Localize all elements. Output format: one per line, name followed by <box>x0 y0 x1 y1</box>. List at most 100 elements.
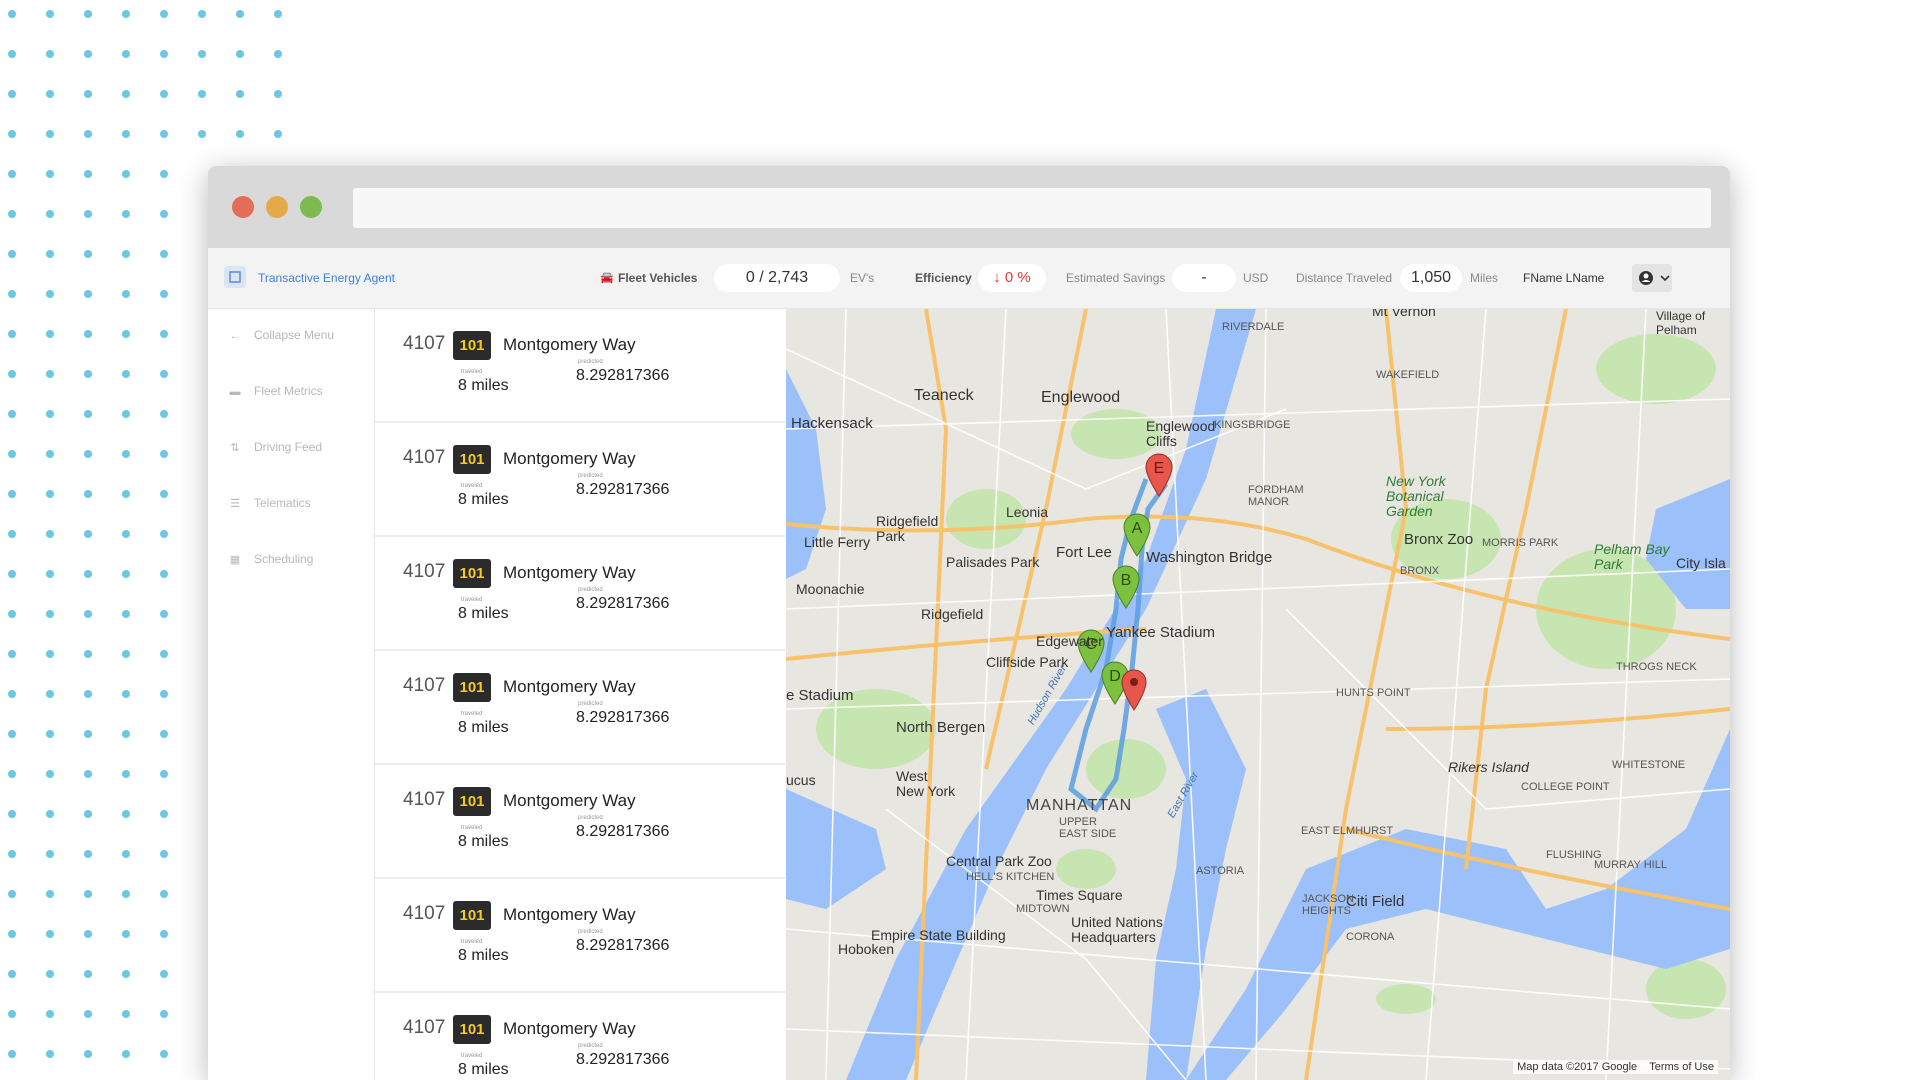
vehicle-id: 4107 <box>403 1017 446 1038</box>
street-name: Montgomery Way <box>503 563 636 582</box>
map-label: Mt Vernon <box>1372 309 1436 319</box>
savings-unit: USD <box>1243 271 1269 285</box>
street-name: Montgomery Way <box>503 905 636 924</box>
map-marker-b[interactable]: B <box>1111 565 1141 609</box>
list-item[interactable]: 4107 101 Montgomery Way traveled 8 miles… <box>375 651 785 765</box>
map-label: Washington Bridge <box>1146 549 1273 566</box>
list-item[interactable]: 4107 101 Montgomery Way traveled 8 miles… <box>375 309 785 423</box>
traveled-caption: traveled <box>461 825 483 831</box>
street-name: Montgomery Way <box>503 449 636 468</box>
route-badge: 101 <box>453 673 491 702</box>
map-label: MURRAY HILL <box>1594 859 1667 871</box>
sidebar-item-fleet-metrics[interactable]: ▬ Fleet Metrics <box>228 381 323 401</box>
marker-label: A <box>1132 520 1143 537</box>
list-item[interactable]: 4107 101 Montgomery Way traveled 8 miles… <box>375 879 785 993</box>
map-label: Leonia <box>1006 504 1049 520</box>
map-attribution: Map data ©2017 Google Terms of Use <box>1513 1060 1718 1074</box>
map-label: MANHATTAN <box>1026 797 1133 814</box>
current-location-pin-icon[interactable] <box>1120 669 1148 711</box>
traveled-miles: 8 miles <box>458 491 509 508</box>
sidebar-item-scheduling[interactable]: ▦ Scheduling <box>228 549 314 569</box>
distance-unit: Miles <box>1470 271 1499 285</box>
map-label: Citi Field <box>1346 893 1405 910</box>
efficiency-value: ↓ 0 % <box>978 264 1046 292</box>
map-label: WHITESTONE <box>1612 759 1686 771</box>
predicted-value: 8.292817366 <box>576 1051 670 1068</box>
minimize-window-button[interactable] <box>266 196 288 218</box>
close-window-button[interactable] <box>232 196 254 218</box>
map-attribution-text: Map data ©2017 Google <box>1517 1061 1638 1073</box>
map-label: KINGSBRIDGE <box>1214 419 1291 431</box>
list-item[interactable]: 4107 101 Montgomery Way traveled 8 miles… <box>375 537 785 651</box>
vehicle-id: 4107 <box>403 675 446 696</box>
sidebar-item-label: Collapse Menu <box>254 328 335 342</box>
street-name: Montgomery Way <box>503 1019 636 1038</box>
fleet-vehicles-label: Fleet Vehicles <box>618 271 698 285</box>
traveled-miles: 8 miles <box>458 719 509 736</box>
route-badge: 101 <box>453 787 491 816</box>
map-label: Bronx Zoo <box>1404 531 1474 548</box>
traveled-miles: 8 miles <box>458 605 509 622</box>
list-item[interactable]: 4107 101 Montgomery Way traveled 8 miles… <box>375 765 785 879</box>
map-label: MORRIS PARK <box>1482 537 1559 549</box>
route-badge: 101 <box>453 331 491 360</box>
car-icon: ▬ <box>229 386 241 398</box>
map-label: THROGS NECK <box>1616 661 1697 673</box>
list-item[interactable]: 4107 101 Montgomery Way traveled 8 miles… <box>375 993 785 1080</box>
map-label: FORDHAM MANOR <box>1248 484 1304 508</box>
map-label: Hoboken <box>838 941 895 957</box>
marker-label: B <box>1121 572 1132 589</box>
traveled-miles: 8 miles <box>458 833 509 850</box>
map-label: Ridgefield Park <box>876 513 939 544</box>
map-label: Moonachie <box>796 581 865 597</box>
predicted-value: 8.292817366 <box>576 937 670 954</box>
predicted-value: 8.292817366 <box>576 367 670 384</box>
map-label: Yankee Stadium <box>1106 624 1215 641</box>
map-label: Pelham Bay Park <box>1594 541 1670 572</box>
traveled-caption: traveled <box>461 711 483 717</box>
map-label: ASTORIA <box>1196 865 1245 877</box>
sidebar-item-collapse-menu[interactable]: ← Collapse Menu <box>228 325 335 345</box>
terms-of-use-link[interactable]: Terms of Use <box>1649 1061 1714 1073</box>
map-label: Palisades Park <box>946 554 1040 570</box>
predicted-value: 8.292817366 <box>576 709 670 726</box>
sidebar-item-label: Scheduling <box>254 552 314 566</box>
predicted-caption: predicted <box>578 815 603 821</box>
map-label: City Isla <box>1676 555 1726 571</box>
estimated-savings-value: - <box>1172 264 1236 292</box>
calendar-icon: ▦ <box>229 554 241 566</box>
map-label: MIDTOWN <box>1016 903 1070 915</box>
user-menu-button[interactable] <box>1632 264 1672 292</box>
map-label: Hackensack <box>791 415 873 432</box>
app-logo-icon <box>224 266 246 288</box>
efficiency-label: Efficiency <box>915 271 972 285</box>
car-icon: 🚘 <box>600 272 614 284</box>
map-label: West New York <box>896 768 956 799</box>
predicted-caption: predicted <box>578 473 603 479</box>
map-label: Times Square <box>1036 887 1123 903</box>
map-label: ucus <box>786 772 816 788</box>
traveled-caption: traveled <box>461 369 483 375</box>
maximize-window-button[interactable] <box>300 196 322 218</box>
sidebar-item-telematics[interactable]: ☰ Telematics <box>228 493 311 513</box>
map-label: New York Botanical Garden <box>1386 473 1446 519</box>
vehicle-id: 4107 <box>403 333 446 354</box>
map-label: Rikers Island <box>1448 759 1529 775</box>
browser-window: Transactive Energy Agent 🚘 Fleet Vehicle… <box>208 166 1730 1080</box>
street-name: Montgomery Way <box>503 677 636 696</box>
list-item[interactable]: 4107 101 Montgomery Way traveled 8 miles… <box>375 423 785 537</box>
map-label: RIVERDALE <box>1222 321 1285 333</box>
map-label: Teaneck <box>914 387 974 404</box>
predicted-value: 8.292817366 <box>576 823 670 840</box>
app-brand-name[interactable]: Transactive Energy Agent <box>258 248 395 308</box>
app-header: Transactive Energy Agent 🚘 Fleet Vehicle… <box>208 248 1730 309</box>
traveled-miles: 8 miles <box>458 947 509 964</box>
user-name[interactable]: FName LName <box>1523 248 1604 308</box>
traveled-caption: traveled <box>461 597 483 603</box>
sidebar-item-driving-feed[interactable]: ⇅ Driving Feed <box>228 437 322 457</box>
route-map[interactable]: A B C D E Teaneck Englewood Englewood Cl… <box>786 309 1730 1080</box>
map-marker-e[interactable]: E <box>1144 453 1174 497</box>
address-bar[interactable] <box>353 188 1711 228</box>
vehicle-id: 4107 <box>403 447 446 468</box>
predicted-caption: predicted <box>578 701 603 707</box>
